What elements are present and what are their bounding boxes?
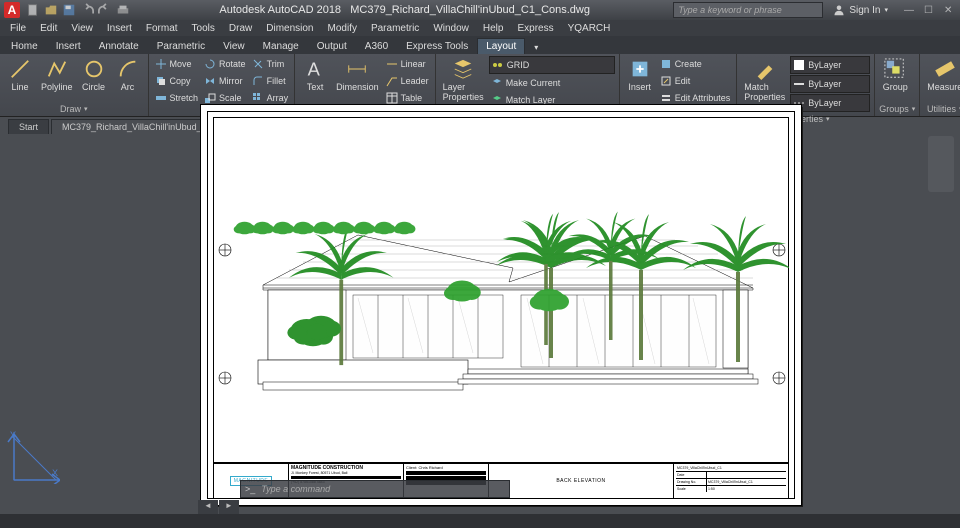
panel-title-draw[interactable]: Draw xyxy=(4,102,144,114)
titleblock-project: MC379_VillaChill'inUbud_C1 xyxy=(676,465,786,472)
drawing-canvas[interactable]: MAGNITUDE MAGNITUDE CONSTRUCTION Jl. Mon… xyxy=(0,134,960,514)
panel-title-groups[interactable]: Groups xyxy=(879,102,915,114)
linear-button[interactable]: Linear xyxy=(384,56,431,72)
menu-yqarch[interactable]: YQARCH xyxy=(562,22,617,35)
window-title: Autodesk AutoCAD 2018 MC379_Richard_Vill… xyxy=(136,4,673,16)
tab-output[interactable]: Output xyxy=(308,38,356,54)
lineweight-dropdown[interactable]: ByLayer xyxy=(790,75,870,93)
paper-sheet: MAGNITUDE MAGNITUDE CONSTRUCTION Jl. Mon… xyxy=(200,104,802,506)
arc-button[interactable]: Arc xyxy=(112,56,144,94)
fillet-button[interactable]: Fillet xyxy=(250,73,291,89)
titleblock-drawing-title: BACK ELEVATION xyxy=(556,478,605,484)
trim-button[interactable]: Trim xyxy=(250,56,291,72)
menu-file[interactable]: File xyxy=(4,22,32,35)
qat-open-icon[interactable] xyxy=(44,3,58,17)
svg-text:Y: Y xyxy=(10,430,16,440)
titleblock-client: Client: Chris Richard xyxy=(406,465,486,470)
menu-view[interactable]: View xyxy=(65,22,99,35)
status-bar xyxy=(0,514,960,528)
make-current-button[interactable]: Make Current xyxy=(489,75,615,91)
panel-title-utilities[interactable]: Utilities xyxy=(924,102,960,114)
qat-save-icon[interactable] xyxy=(62,3,76,17)
menu-modify[interactable]: Modify xyxy=(322,22,363,35)
layer-dropdown[interactable]: GRID xyxy=(489,56,615,74)
tab-layout[interactable]: Layout xyxy=(477,38,525,54)
mirror-button[interactable]: Mirror xyxy=(202,73,248,89)
signin-button[interactable]: Sign In ▾ xyxy=(833,4,888,16)
svg-text:X: X xyxy=(52,468,58,478)
tab-insert[interactable]: Insert xyxy=(47,38,90,54)
tab-annotate[interactable]: Annotate xyxy=(90,38,148,54)
layer-properties-button[interactable]: Layer Properties xyxy=(440,56,487,104)
qat-new-icon[interactable] xyxy=(26,3,40,17)
minimize-button[interactable]: — xyxy=(904,5,916,16)
layout-tab-next[interactable]: ► xyxy=(219,500,239,514)
menu-window[interactable]: Window xyxy=(427,22,475,35)
qat-undo-icon[interactable] xyxy=(80,3,94,17)
group-button[interactable]: Group xyxy=(879,56,911,94)
menu-edit[interactable]: Edit xyxy=(34,22,63,35)
menu-help[interactable]: Help xyxy=(477,22,510,35)
user-icon xyxy=(833,4,845,16)
panel-draw: Line Polyline Circle Arc Draw xyxy=(0,54,149,116)
leader-button[interactable]: Leader xyxy=(384,73,431,89)
menu-tools[interactable]: Tools xyxy=(186,22,221,35)
viewport-drawing xyxy=(213,117,789,463)
create-block-button[interactable]: Create xyxy=(658,56,733,72)
polyline-button[interactable]: Polyline xyxy=(38,56,76,94)
color-dropdown[interactable]: ByLayer xyxy=(790,56,870,74)
titleblock-scale: 1:50 xyxy=(707,486,716,492)
stretch-button[interactable]: Stretch xyxy=(153,90,201,106)
tab-a360[interactable]: A360 xyxy=(356,38,397,54)
navigation-bar[interactable] xyxy=(928,136,954,192)
tab-expand-icon[interactable]: ▾ xyxy=(525,40,547,54)
titleblock-address: Jl. Monkey Forest, 80571 Ubud, Bali xyxy=(291,471,401,475)
circle-button[interactable]: Circle xyxy=(78,56,110,94)
tab-manage[interactable]: Manage xyxy=(254,38,308,54)
menu-insert[interactable]: Insert xyxy=(101,22,138,35)
quick-access-toolbar xyxy=(26,3,130,17)
layout-tabs[interactable]: ◄ ► xyxy=(198,500,239,514)
tab-view[interactable]: View xyxy=(214,38,254,54)
svg-text:A: A xyxy=(308,58,321,79)
ucs-icon: X Y xyxy=(4,428,60,484)
close-button[interactable]: ✕ xyxy=(944,5,956,16)
qat-print-icon[interactable] xyxy=(116,3,130,17)
tab-express[interactable]: Express Tools xyxy=(397,38,477,54)
ribbon-tabs: Home Insert Annotate Parametric View Man… xyxy=(0,36,960,54)
insert-button[interactable]: Insert xyxy=(624,56,656,94)
qat-redo-icon[interactable] xyxy=(98,3,112,17)
layout-tab-prev[interactable]: ◄ xyxy=(198,500,218,514)
rotate-button[interactable]: Rotate xyxy=(202,56,248,72)
menu-bar: File Edit View Insert Format Tools Draw … xyxy=(0,20,960,36)
match-properties-button[interactable]: Match Properties xyxy=(741,56,788,104)
tab-home[interactable]: Home xyxy=(2,38,47,54)
menu-format[interactable]: Format xyxy=(140,22,184,35)
panel-groups: Group Groups xyxy=(875,54,920,116)
menu-express[interactable]: Express xyxy=(511,22,559,35)
command-line[interactable]: Type a command xyxy=(240,480,510,498)
line-button[interactable]: Line xyxy=(4,56,36,94)
move-button[interactable]: Move xyxy=(153,56,201,72)
doc-tab-start[interactable]: Start xyxy=(8,119,49,134)
edit-block-button[interactable]: Edit xyxy=(658,73,733,89)
tab-parametric[interactable]: Parametric xyxy=(148,38,214,54)
maximize-button[interactable]: ☐ xyxy=(924,5,936,16)
panel-utilities: Measure Utilities xyxy=(920,54,960,116)
text-button[interactable]: AText xyxy=(299,56,331,94)
menu-parametric[interactable]: Parametric xyxy=(365,22,425,35)
measure-button[interactable]: Measure xyxy=(924,56,960,94)
app-logo: A xyxy=(4,2,20,18)
menu-dimension[interactable]: Dimension xyxy=(260,22,319,35)
dimension-button[interactable]: Dimension xyxy=(333,56,382,94)
help-search-input[interactable]: Type a keyword or phrase xyxy=(673,2,823,18)
menu-draw[interactable]: Draw xyxy=(223,22,258,35)
copy-button[interactable]: Copy xyxy=(153,73,201,89)
